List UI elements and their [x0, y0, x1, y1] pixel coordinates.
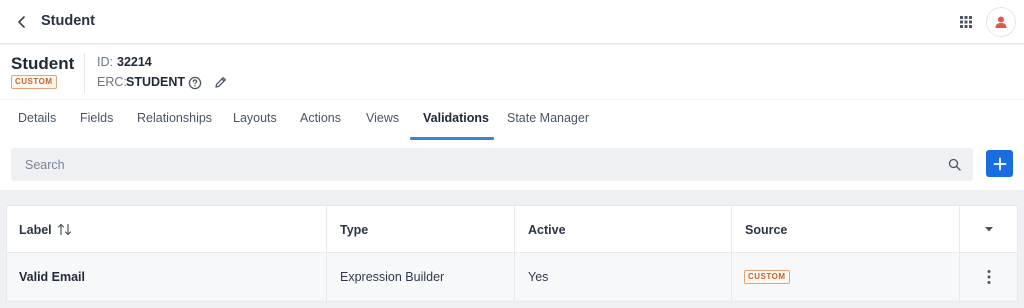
column-header-source[interactable]: Source	[745, 223, 787, 237]
column-header-type[interactable]: Type	[340, 223, 368, 237]
help-circle-icon	[188, 76, 202, 90]
header-divider	[84, 53, 85, 93]
validations-table: Label Type Active Source Valid Email Exp…	[6, 205, 1018, 302]
tab-layouts[interactable]: Layouts	[233, 111, 277, 125]
column-header-label[interactable]: Label	[19, 223, 52, 237]
tab-actions[interactable]: Actions	[300, 111, 341, 125]
column-header-active[interactable]: Active	[528, 223, 566, 237]
tab-views[interactable]: Views	[366, 111, 399, 125]
search-icon	[948, 158, 961, 171]
sort-icon[interactable]	[57, 223, 73, 236]
column-divider	[514, 206, 515, 301]
source-badge: CUSTOM	[744, 270, 790, 284]
column-divider	[326, 206, 327, 301]
column-divider	[731, 206, 732, 301]
apps-button[interactable]	[957, 13, 975, 31]
search-placeholder: Search	[25, 158, 65, 172]
tab-details[interactable]: Details	[18, 111, 56, 125]
table-header	[7, 206, 1017, 253]
erc-value: STUDENT	[126, 75, 186, 89]
back-button[interactable]	[12, 12, 32, 32]
help-button[interactable]	[188, 76, 202, 90]
object-name: Student	[11, 54, 75, 73]
tab-validations[interactable]: Validations	[423, 111, 489, 125]
tab-relationships[interactable]: Relationships	[137, 111, 212, 125]
cell-label: Valid Email	[19, 270, 86, 284]
custom-badge: CUSTOM	[11, 75, 57, 89]
toolbar: Search	[0, 140, 1024, 190]
cell-active: Yes	[528, 270, 549, 284]
edit-button[interactable]	[213, 75, 228, 90]
caret-down-icon[interactable]	[983, 223, 995, 235]
id-label: ID:	[97, 55, 113, 69]
table-row[interactable]	[7, 253, 1017, 301]
grid-icon	[960, 16, 972, 28]
tab-bar: Details Fields Relationships Layouts Act…	[0, 99, 1024, 140]
page-title: Student	[41, 13, 95, 29]
chevron-left-icon	[18, 16, 25, 28]
search-input[interactable]: Search	[11, 148, 973, 181]
column-divider	[959, 206, 960, 301]
pencil-icon	[215, 77, 226, 88]
more-vertical-icon[interactable]	[983, 268, 995, 286]
plus-icon	[993, 157, 1006, 170]
id-value: 32214	[117, 55, 152, 69]
object-header: Student CUSTOM ID: 32214 ERC: STUDENT	[0, 45, 1024, 99]
erc-label: ERC:	[97, 75, 127, 89]
cell-type: Expression Builder	[340, 270, 445, 284]
user-icon	[995, 16, 1007, 28]
tab-state-manager[interactable]: State Manager	[507, 111, 589, 125]
add-validation-button[interactable]	[986, 150, 1013, 177]
avatar[interactable]	[986, 7, 1016, 37]
top-bar: Student	[0, 0, 1024, 44]
tab-fields[interactable]: Fields	[80, 111, 113, 125]
